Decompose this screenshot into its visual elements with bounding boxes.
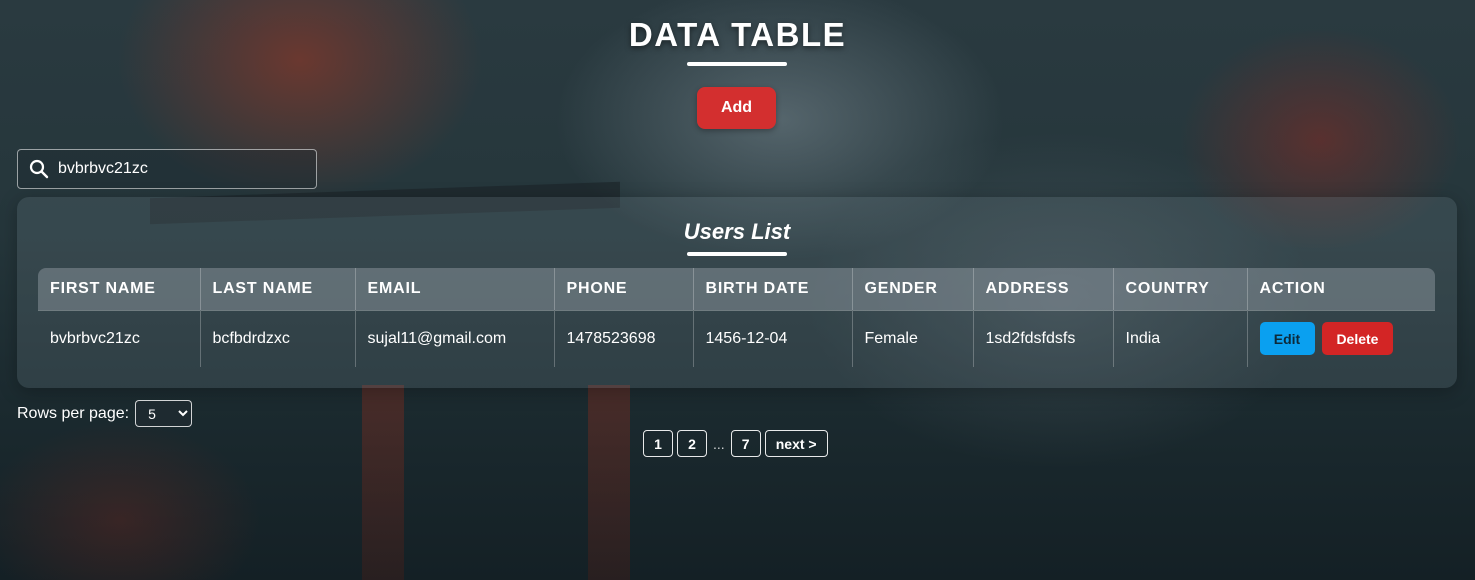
table-header-row: FIRST NAME LAST NAME EMAIL PHONE BIRTH D…: [38, 268, 1435, 310]
page-button-1[interactable]: 1: [643, 430, 673, 457]
cell-email: sujal11@gmail.com: [355, 309, 555, 367]
column-header-action: ACTION: [1259, 279, 1326, 297]
cell-birth-date: 1456-12-04: [693, 309, 853, 367]
card-title: Users List: [683, 219, 791, 244]
rows-per-page: Rows per page: 5: [17, 400, 193, 427]
table-row: bvbrbvc21zc bcfbdrdzxc sujal11@gmail.com…: [38, 309, 1435, 367]
column-header-gender[interactable]: GENDER: [852, 268, 974, 310]
users-table: FIRST NAME LAST NAME EMAIL PHONE BIRTH D…: [38, 268, 1435, 367]
column-header-birth-date[interactable]: BIRTH DATE: [693, 268, 853, 310]
users-card: Users List FIRST NAME LAST NAME EMAIL PH…: [17, 197, 1457, 388]
search-input[interactable]: [58, 160, 298, 178]
column-header-first-name[interactable]: FIRST NAME: [38, 268, 201, 310]
page-button-2[interactable]: 2: [677, 430, 707, 457]
cell-country: India: [1113, 309, 1248, 367]
column-header-phone[interactable]: PHONE: [554, 268, 694, 310]
rows-per-page-label: Rows per page:: [17, 404, 130, 422]
page-title: DATA TABLE: [628, 16, 847, 53]
cell-address: 1sd2fdsfdsfs: [973, 309, 1114, 367]
next-page-button[interactable]: next >: [764, 430, 828, 457]
cell-gender: Female: [852, 309, 974, 367]
cell-first-name: bvbrbvc21zc: [38, 309, 201, 367]
column-header-address[interactable]: ADDRESS: [973, 268, 1114, 310]
cell-last-name: bcfbdrdzxc: [200, 309, 356, 367]
search-box[interactable]: [17, 149, 317, 189]
title-underline: [687, 62, 787, 66]
column-header-email[interactable]: EMAIL: [355, 268, 555, 310]
pagination: 1 2 ... 7 next >: [643, 430, 832, 457]
column-header-country[interactable]: COUNTRY: [1113, 268, 1248, 310]
pagination-ellipsis: ...: [713, 435, 725, 452]
column-header-last-name[interactable]: LAST NAME: [200, 268, 356, 310]
background-pillar: [588, 385, 630, 580]
page-button-7[interactable]: 7: [730, 430, 761, 457]
rows-per-page-select[interactable]: 5: [135, 400, 193, 427]
cell-phone: 1478523698: [554, 309, 694, 367]
edit-button[interactable]: Edit: [1259, 322, 1315, 356]
cell-action: Edit Delete: [1247, 309, 1435, 367]
background-pillar: [362, 385, 404, 580]
delete-button[interactable]: Delete: [1321, 322, 1393, 356]
card-title-underline: [687, 252, 787, 256]
add-button[interactable]: Add: [697, 87, 776, 129]
search-icon: [29, 159, 49, 179]
